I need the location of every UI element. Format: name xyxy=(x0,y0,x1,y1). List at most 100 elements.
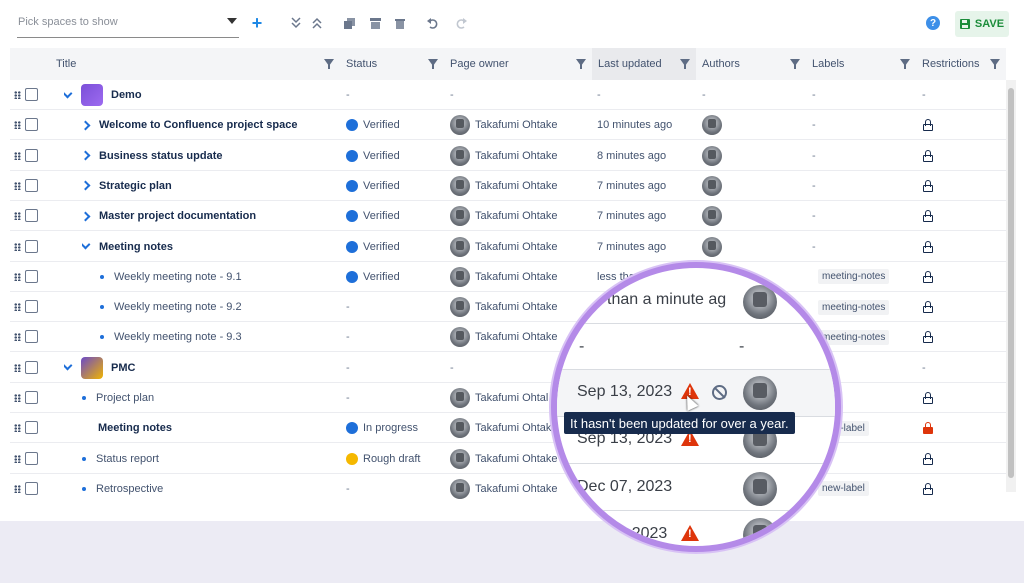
table-row[interactable]: Welcome to Confluence project space Verif… xyxy=(10,110,1006,141)
save-button[interactable]: SAVE xyxy=(955,11,1009,37)
title-cell[interactable]: Retrospective xyxy=(82,474,340,500)
chevron-down-icon[interactable] xyxy=(64,88,73,98)
column-header-last-updated[interactable]: Last updated xyxy=(592,48,696,80)
label-tag[interactable]: - xyxy=(812,119,816,131)
title-cell[interactable]: Business status update xyxy=(82,141,340,171)
lock-open-icon[interactable] xyxy=(922,240,934,253)
lock-open-icon[interactable] xyxy=(922,179,934,192)
page-title-text[interactable]: Business status update xyxy=(99,150,222,162)
row-checkbox[interactable] xyxy=(25,148,38,162)
restrictions-cell[interactable] xyxy=(922,201,982,231)
status-cell[interactable]: Verified xyxy=(346,232,444,262)
status-cell[interactable]: - xyxy=(346,322,444,352)
column-header-restrictions[interactable]: Restrictions xyxy=(916,48,1006,80)
lock-open-icon[interactable] xyxy=(922,482,934,495)
lock-open-icon[interactable] xyxy=(922,301,934,314)
title-cell[interactable]: Weekly meeting note - 9.1 xyxy=(100,262,340,292)
label-tag[interactable]: - xyxy=(812,210,816,222)
chevron-right-icon[interactable] xyxy=(82,120,91,131)
table-row[interactable]: Project plan - Takafumi Ohtal xyxy=(10,383,1006,413)
drag-handle-icon[interactable] xyxy=(14,454,21,463)
chevron-right-icon[interactable] xyxy=(82,150,91,161)
drag-handle-icon[interactable] xyxy=(14,181,21,190)
delete-button[interactable] xyxy=(391,13,409,33)
chevron-down-icon[interactable] xyxy=(64,360,73,371)
redo-button[interactable] xyxy=(452,13,470,33)
row-checkbox[interactable] xyxy=(25,88,38,101)
scrollbar-thumb[interactable] xyxy=(1008,88,1014,478)
copy-button[interactable] xyxy=(340,13,358,33)
owner-cell[interactable]: Takafumi Ohtake xyxy=(450,292,590,322)
labels-cell[interactable]: - xyxy=(812,201,912,231)
page-title-text[interactable]: Project plan xyxy=(96,392,154,404)
title-cell[interactable]: Welcome to Confluence project space xyxy=(82,110,340,140)
table-row[interactable]: Strategic plan Verified Takafumi Ohtake 7 m… xyxy=(10,171,1006,201)
page-title-text[interactable]: Weekly meeting note - 9.3 xyxy=(114,331,242,343)
restrictions-cell[interactable] xyxy=(922,383,982,413)
lock-open-icon[interactable] xyxy=(922,452,934,465)
page-title-text[interactable]: Status report xyxy=(96,453,159,465)
restrictions-cell[interactable] xyxy=(922,444,982,474)
lock-open-icon[interactable] xyxy=(922,392,934,404)
title-cell[interactable]: Weekly meeting note - 9.3 xyxy=(100,322,340,352)
scrollbar[interactable] xyxy=(1006,80,1016,492)
drag-handle-icon[interactable] xyxy=(14,212,21,221)
owner-cell[interactable]: Takafumi Ohtake xyxy=(450,201,590,231)
status-cell[interactable]: Verified xyxy=(346,171,444,201)
page-title-text[interactable]: Weekly meeting note - 9.2 xyxy=(114,301,242,313)
undo-button[interactable] xyxy=(423,13,441,33)
status-cell[interactable]: Rough draft xyxy=(346,444,444,474)
drag-handle-icon[interactable] xyxy=(14,333,21,342)
label-tag[interactable]: - xyxy=(812,150,816,162)
labels-cell[interactable]: meeting-notes xyxy=(818,322,918,352)
status-cell[interactable]: - xyxy=(346,353,444,383)
warning-icon[interactable] xyxy=(681,525,699,541)
page-title-text[interactable]: Weekly meeting note - 9.1 xyxy=(114,271,242,283)
filter-icon[interactable] xyxy=(324,59,334,69)
table-row[interactable]: Master project documentation Verified Taka… xyxy=(10,201,1006,232)
table-row[interactable]: Business status update Verified Takafumi O… xyxy=(10,141,1006,171)
restrictions-cell[interactable] xyxy=(922,141,982,171)
row-checkbox[interactable] xyxy=(25,330,38,344)
lock-open-icon[interactable] xyxy=(922,119,934,132)
labels-cell[interactable]: meeting-notes xyxy=(818,262,918,292)
labels-cell[interactable]: - xyxy=(812,80,912,110)
label-tag[interactable]: new-label xyxy=(818,481,869,497)
row-checkbox[interactable] xyxy=(25,178,38,192)
title-cell[interactable]: Meeting notes xyxy=(98,413,340,443)
table-row[interactable]: Demo - - - - - - xyxy=(10,80,1006,110)
drag-handle-icon[interactable] xyxy=(14,151,21,160)
no-entry-icon[interactable] xyxy=(712,385,727,400)
drag-handle-icon[interactable] xyxy=(14,242,21,251)
row-checkbox[interactable] xyxy=(25,269,38,283)
row-checkbox[interactable] xyxy=(25,391,38,404)
label-tag[interactable]: - xyxy=(812,89,816,101)
title-cell[interactable]: PMC xyxy=(64,353,340,383)
lock-open-icon[interactable] xyxy=(922,210,934,223)
row-checkbox[interactable] xyxy=(25,360,38,374)
row-checkbox[interactable] xyxy=(25,300,38,314)
owner-cell[interactable]: Takafumi Ohtake xyxy=(450,171,590,201)
row-checkbox[interactable] xyxy=(25,118,38,132)
owner-cell[interactable]: Takafumi Ohtake xyxy=(450,262,590,292)
table-row[interactable]: Meeting notes In progress Takafumi Ohtak ne… xyxy=(10,413,1006,444)
filter-icon[interactable] xyxy=(900,59,910,69)
page-title-text[interactable]: PMC xyxy=(111,362,135,374)
drag-handle-icon[interactable] xyxy=(14,91,21,99)
label-tag[interactable]: meeting-notes xyxy=(818,329,890,345)
row-checkbox[interactable] xyxy=(25,209,38,223)
archive-button[interactable] xyxy=(366,13,384,33)
page-title-text[interactable]: Retrospective xyxy=(96,483,163,495)
expand-all-button[interactable] xyxy=(287,13,305,33)
label-tag[interactable]: meeting-notes xyxy=(818,299,890,315)
table-row[interactable]: Weekly meeting note - 9.1 Verified Takafum… xyxy=(10,262,1006,292)
row-checkbox[interactable] xyxy=(25,239,38,253)
drag-handle-icon[interactable] xyxy=(14,424,21,433)
row-checkbox[interactable] xyxy=(25,481,38,495)
status-cell[interactable]: Verified xyxy=(346,262,444,292)
table-row[interactable]: Weekly meeting note - 9.3 - Takafumi Ohtak… xyxy=(10,322,1006,353)
status-cell[interactable]: Verified xyxy=(346,141,444,171)
chevron-down-icon[interactable] xyxy=(227,18,237,24)
owner-cell[interactable]: - xyxy=(450,80,590,110)
table-row[interactable]: Meeting notes Verified Takafumi Ohtake 7 mi… xyxy=(10,232,1006,262)
